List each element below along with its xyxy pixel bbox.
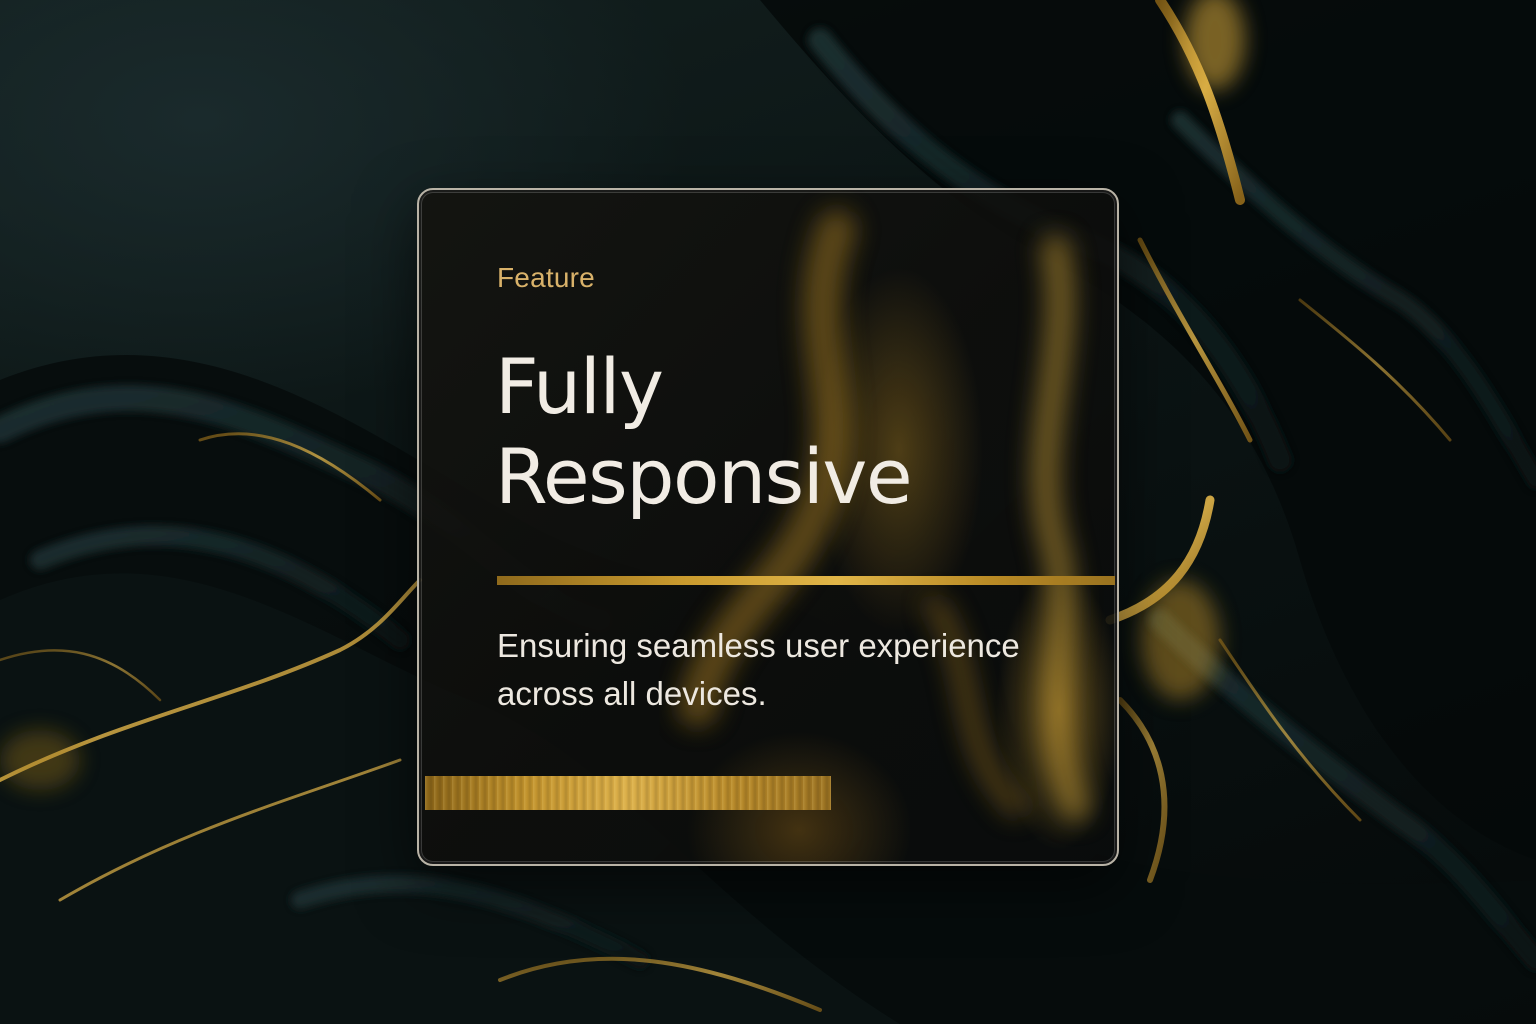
- feature-title-line-2: Responsive: [495, 432, 913, 521]
- feature-card: Feature Fully Responsive Ensuring seamle…: [417, 188, 1119, 866]
- feature-title-line-1: Fully: [495, 342, 664, 431]
- feature-title: Fully Responsive: [495, 342, 913, 522]
- feature-eyebrow: Feature: [497, 262, 595, 293]
- feature-description: Ensuring seamless user experience across…: [497, 627, 1020, 712]
- gold-divider: [497, 576, 1115, 585]
- gold-accent-bar: [425, 776, 831, 810]
- hero-scene: Feature Fully Responsive Ensuring seamle…: [0, 0, 1536, 1024]
